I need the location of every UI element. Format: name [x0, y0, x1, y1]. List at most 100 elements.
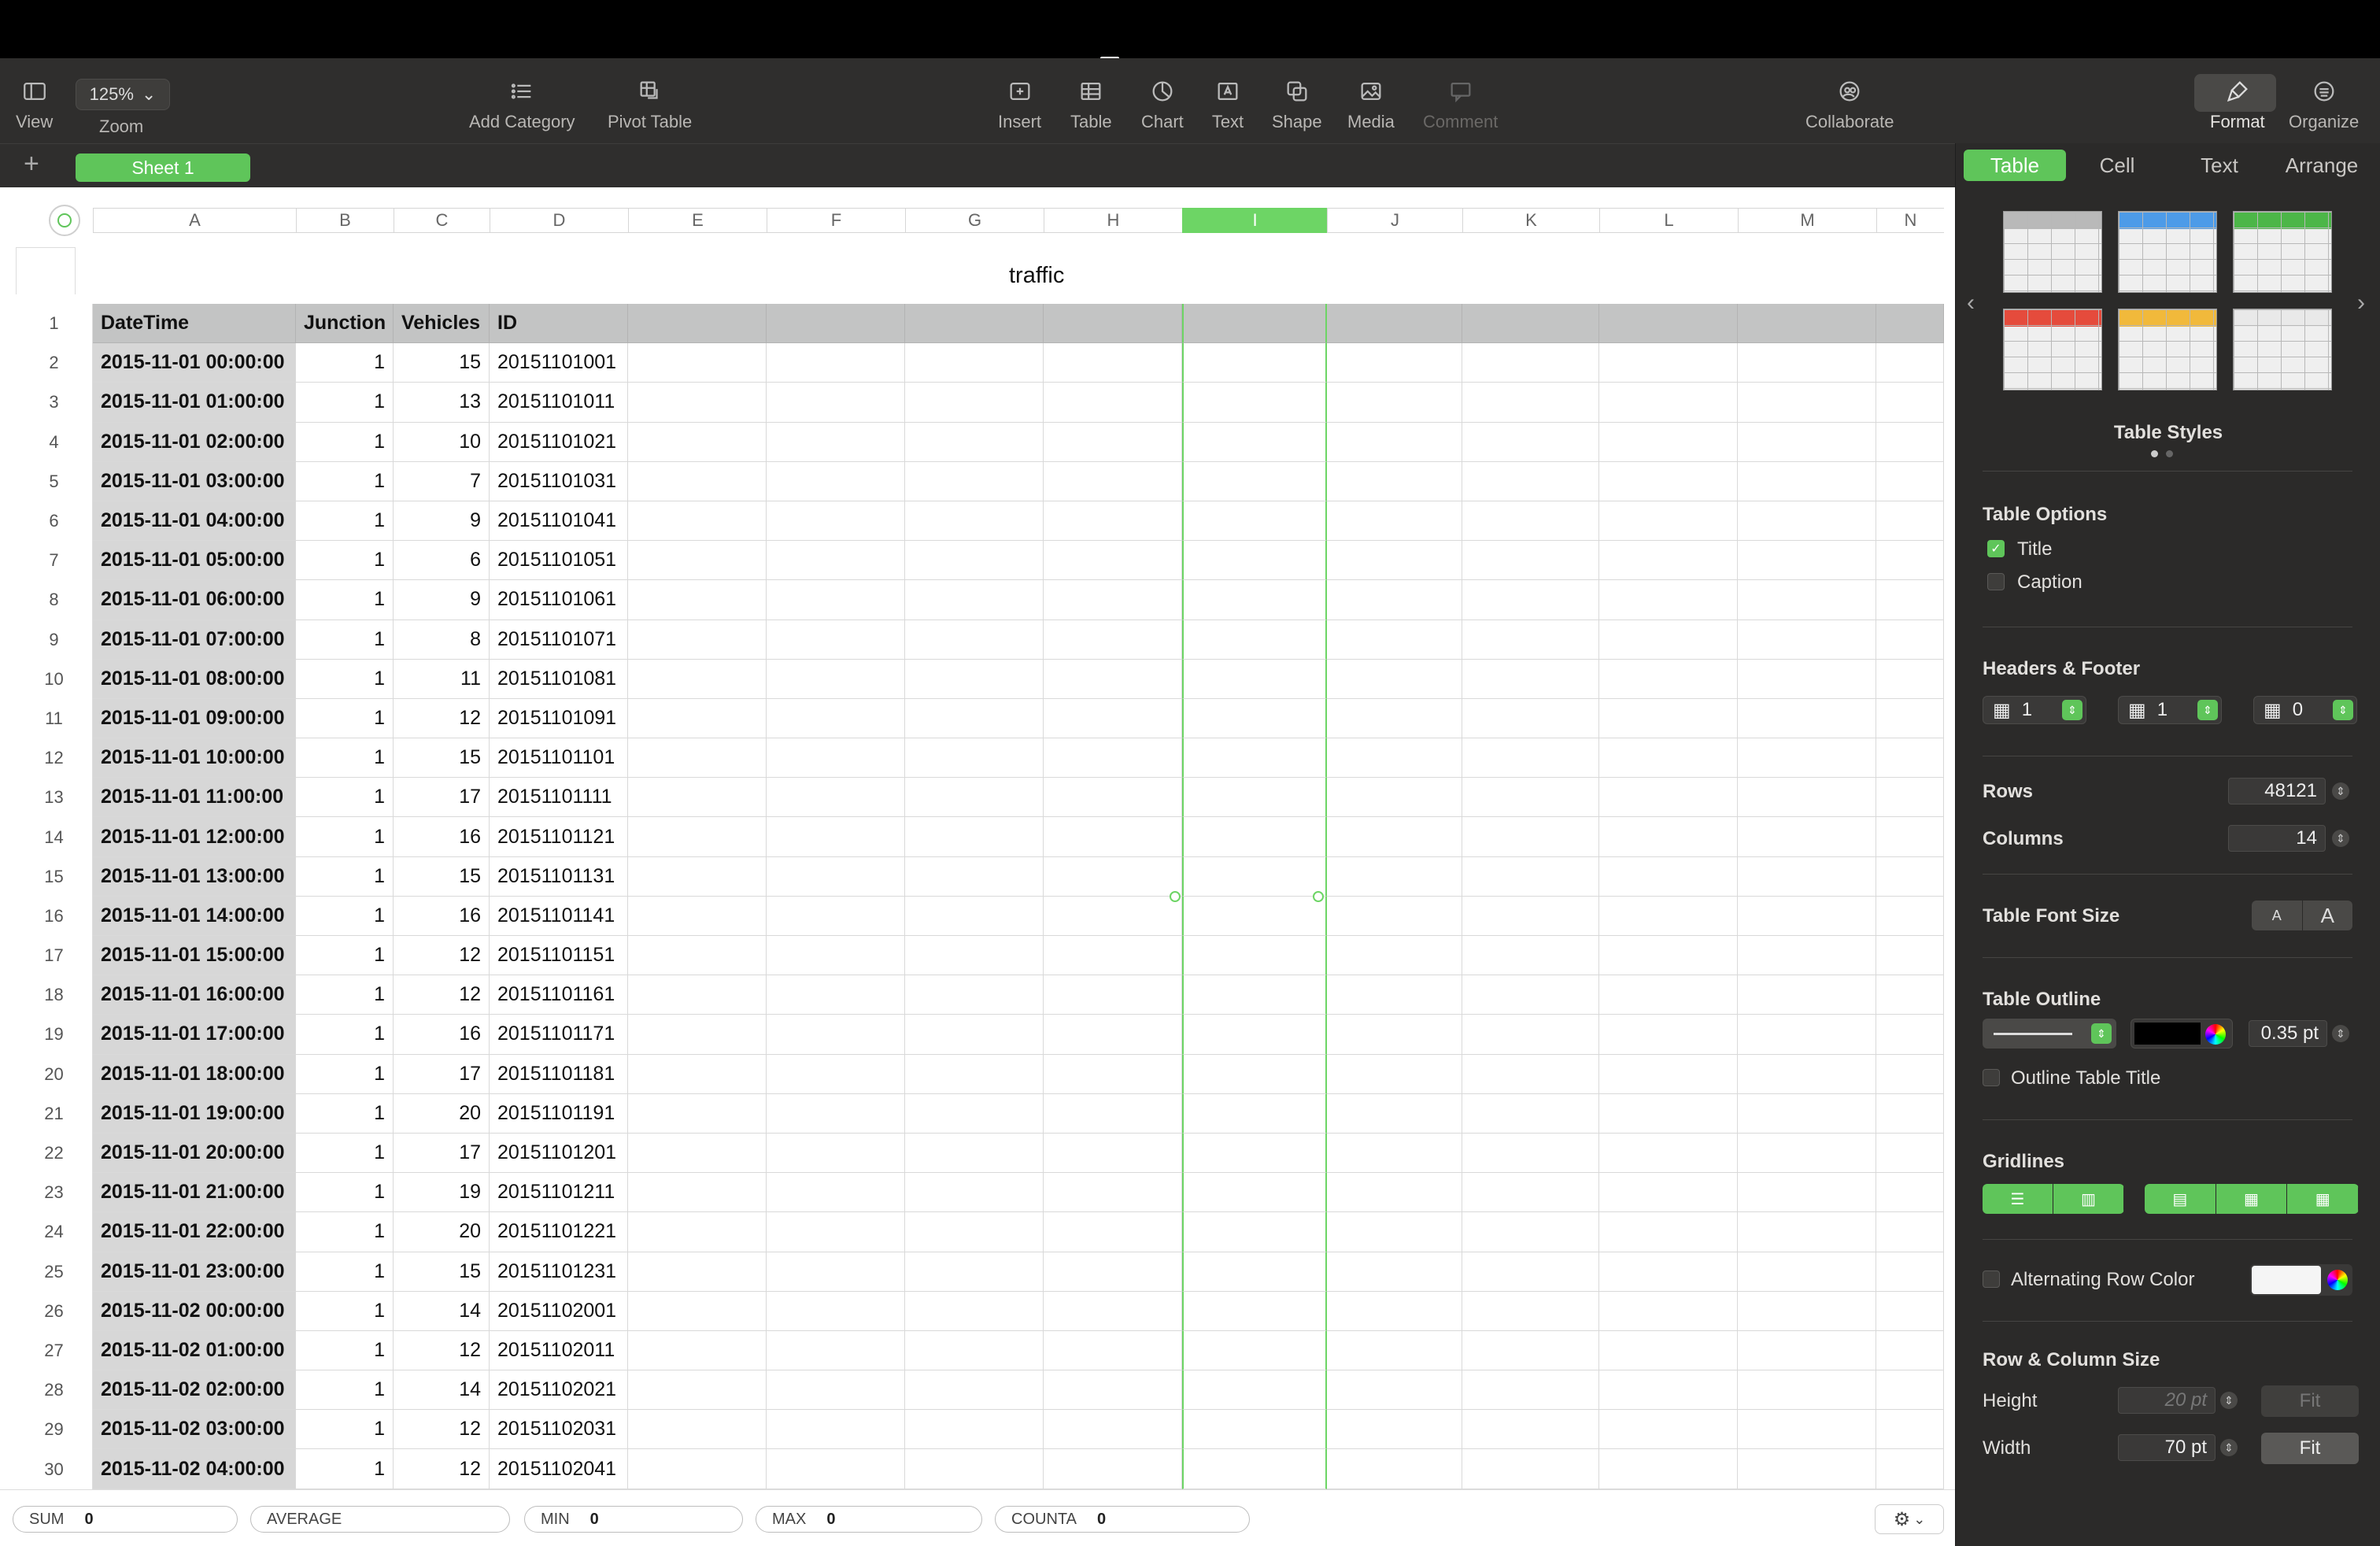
table-cell[interactable]	[905, 1291, 1044, 1331]
table-cell[interactable]	[1876, 1252, 1944, 1292]
table-cell[interactable]	[1327, 1212, 1462, 1252]
table-cell[interactable]	[1044, 343, 1182, 383]
width-fit-button[interactable]: Fit	[2261, 1433, 2359, 1464]
table-cell[interactable]	[1738, 422, 1876, 462]
table-cell[interactable]: 1	[296, 778, 394, 818]
table-cell[interactable]: 16	[394, 817, 490, 857]
table-cell[interactable]	[1182, 975, 1327, 1015]
table-cell[interactable]	[905, 896, 1044, 936]
table-cell[interactable]	[1462, 541, 1599, 581]
table-cell[interactable]	[1876, 1173, 1944, 1213]
table-cell[interactable]	[1738, 1291, 1876, 1331]
table-cell[interactable]	[1599, 343, 1738, 383]
table-cell[interactable]	[905, 856, 1044, 897]
table-cell[interactable]	[1182, 1015, 1327, 1055]
column-header-g[interactable]: G	[905, 208, 1044, 233]
table-cell[interactable]	[1599, 1370, 1738, 1411]
header-cell[interactable]	[1876, 304, 1944, 344]
stepper-arrows-icon[interactable]: ⇕	[2197, 700, 2218, 720]
table-cell[interactable]: 15	[394, 856, 490, 897]
table-cell[interactable]: 1	[296, 1330, 394, 1371]
table-cell[interactable]	[1738, 1093, 1876, 1134]
table-cell[interactable]	[628, 383, 767, 423]
row-number[interactable]: 26	[16, 1291, 93, 1331]
table-cell[interactable]	[1044, 580, 1182, 620]
view-button[interactable]: View	[16, 76, 53, 132]
table-cell[interactable]	[1599, 1093, 1738, 1134]
body-horizontal-gridlines-icon[interactable]: ▤	[2145, 1184, 2216, 1214]
table-cell[interactable]	[1182, 620, 1327, 660]
table-cell[interactable]	[1738, 1212, 1876, 1252]
row-number[interactable]: 1	[16, 304, 93, 344]
table-cell[interactable]	[1044, 383, 1182, 423]
table-cell[interactable]: 20151101101	[490, 738, 628, 779]
table-cell[interactable]	[1599, 856, 1738, 897]
table-cell[interactable]: 2015-11-01 22:00:00	[93, 1212, 296, 1252]
table-cell[interactable]	[1044, 896, 1182, 936]
row-number[interactable]: 3	[16, 383, 93, 423]
table-cell[interactable]	[767, 1449, 905, 1489]
table-cell[interactable]	[1182, 1093, 1327, 1134]
table-cell[interactable]	[767, 1410, 905, 1450]
table-cell[interactable]	[1462, 817, 1599, 857]
table-cell[interactable]	[1182, 817, 1327, 857]
table-cell[interactable]	[905, 1015, 1044, 1055]
table-cell[interactable]: 2015-11-02 00:00:00	[93, 1291, 296, 1331]
table-cell[interactable]	[905, 738, 1044, 779]
table-cell[interactable]	[767, 1370, 905, 1411]
table-cell[interactable]	[1876, 422, 1944, 462]
table-cell[interactable]	[905, 501, 1044, 542]
table-cell[interactable]: 20151101011	[490, 383, 628, 423]
table-cell[interactable]: 7	[394, 461, 490, 501]
table-cell[interactable]	[767, 817, 905, 857]
table-cell[interactable]	[1599, 1252, 1738, 1292]
table-cell[interactable]	[905, 1133, 1044, 1174]
table-cell[interactable]	[1738, 383, 1876, 423]
min-stat[interactable]: MIN 0	[524, 1506, 743, 1533]
table-cell[interactable]: 20151101151	[490, 936, 628, 976]
table-cell[interactable]: 2015-11-01 21:00:00	[93, 1173, 296, 1213]
table-cell[interactable]	[1738, 817, 1876, 857]
table-cell[interactable]: 12	[394, 936, 490, 976]
table-cell[interactable]: 1	[296, 936, 394, 976]
table-cell[interactable]	[767, 461, 905, 501]
table-cell[interactable]	[1599, 975, 1738, 1015]
table-cell[interactable]	[628, 896, 767, 936]
row-number[interactable]: 17	[16, 936, 93, 976]
table-cell[interactable]: 2015-11-02 02:00:00	[93, 1370, 296, 1411]
table-cell[interactable]: 1	[296, 461, 394, 501]
table-cell[interactable]: 20151101021	[490, 422, 628, 462]
table-cell[interactable]: 9	[394, 501, 490, 542]
table-cell[interactable]: 1	[296, 698, 394, 739]
table-style-thumbnail[interactable]	[2233, 211, 2332, 293]
table-cell[interactable]: 12	[394, 1410, 490, 1450]
table-title[interactable]: traffic	[1009, 263, 1064, 289]
row-number[interactable]: 23	[16, 1173, 93, 1213]
table-cell[interactable]: 20151101211	[490, 1173, 628, 1213]
table-cell[interactable]	[1327, 936, 1462, 976]
table-cell[interactable]	[1462, 1252, 1599, 1292]
table-cell[interactable]	[628, 856, 767, 897]
table-cell[interactable]	[905, 1410, 1044, 1450]
alt-row-checkbox[interactable]	[1983, 1270, 2000, 1288]
table-cell[interactable]	[767, 1054, 905, 1094]
table-cell[interactable]: 2015-11-01 14:00:00	[93, 896, 296, 936]
column-header-b[interactable]: B	[296, 208, 394, 233]
table-cell[interactable]: 20151101181	[490, 1054, 628, 1094]
table-cell[interactable]	[1738, 936, 1876, 976]
table-cell[interactable]	[1182, 343, 1327, 383]
table-cell[interactable]: 2015-11-01 16:00:00	[93, 975, 296, 1015]
row-number[interactable]: 14	[16, 817, 93, 857]
table-cell[interactable]: 2015-11-01 07:00:00	[93, 620, 296, 660]
height-stepper-icon[interactable]: ⇕	[2220, 1392, 2238, 1409]
table-cell[interactable]	[1599, 620, 1738, 660]
header-cell[interactable]	[1599, 304, 1738, 344]
table-cell[interactable]	[1044, 1449, 1182, 1489]
table-cell[interactable]	[767, 501, 905, 542]
table-cell[interactable]: 1	[296, 896, 394, 936]
table-cell[interactable]	[628, 580, 767, 620]
table-cell[interactable]	[1044, 698, 1182, 739]
row-number[interactable]: 18	[16, 975, 93, 1015]
table-cell[interactable]	[905, 975, 1044, 1015]
row-number[interactable]: 21	[16, 1093, 93, 1134]
